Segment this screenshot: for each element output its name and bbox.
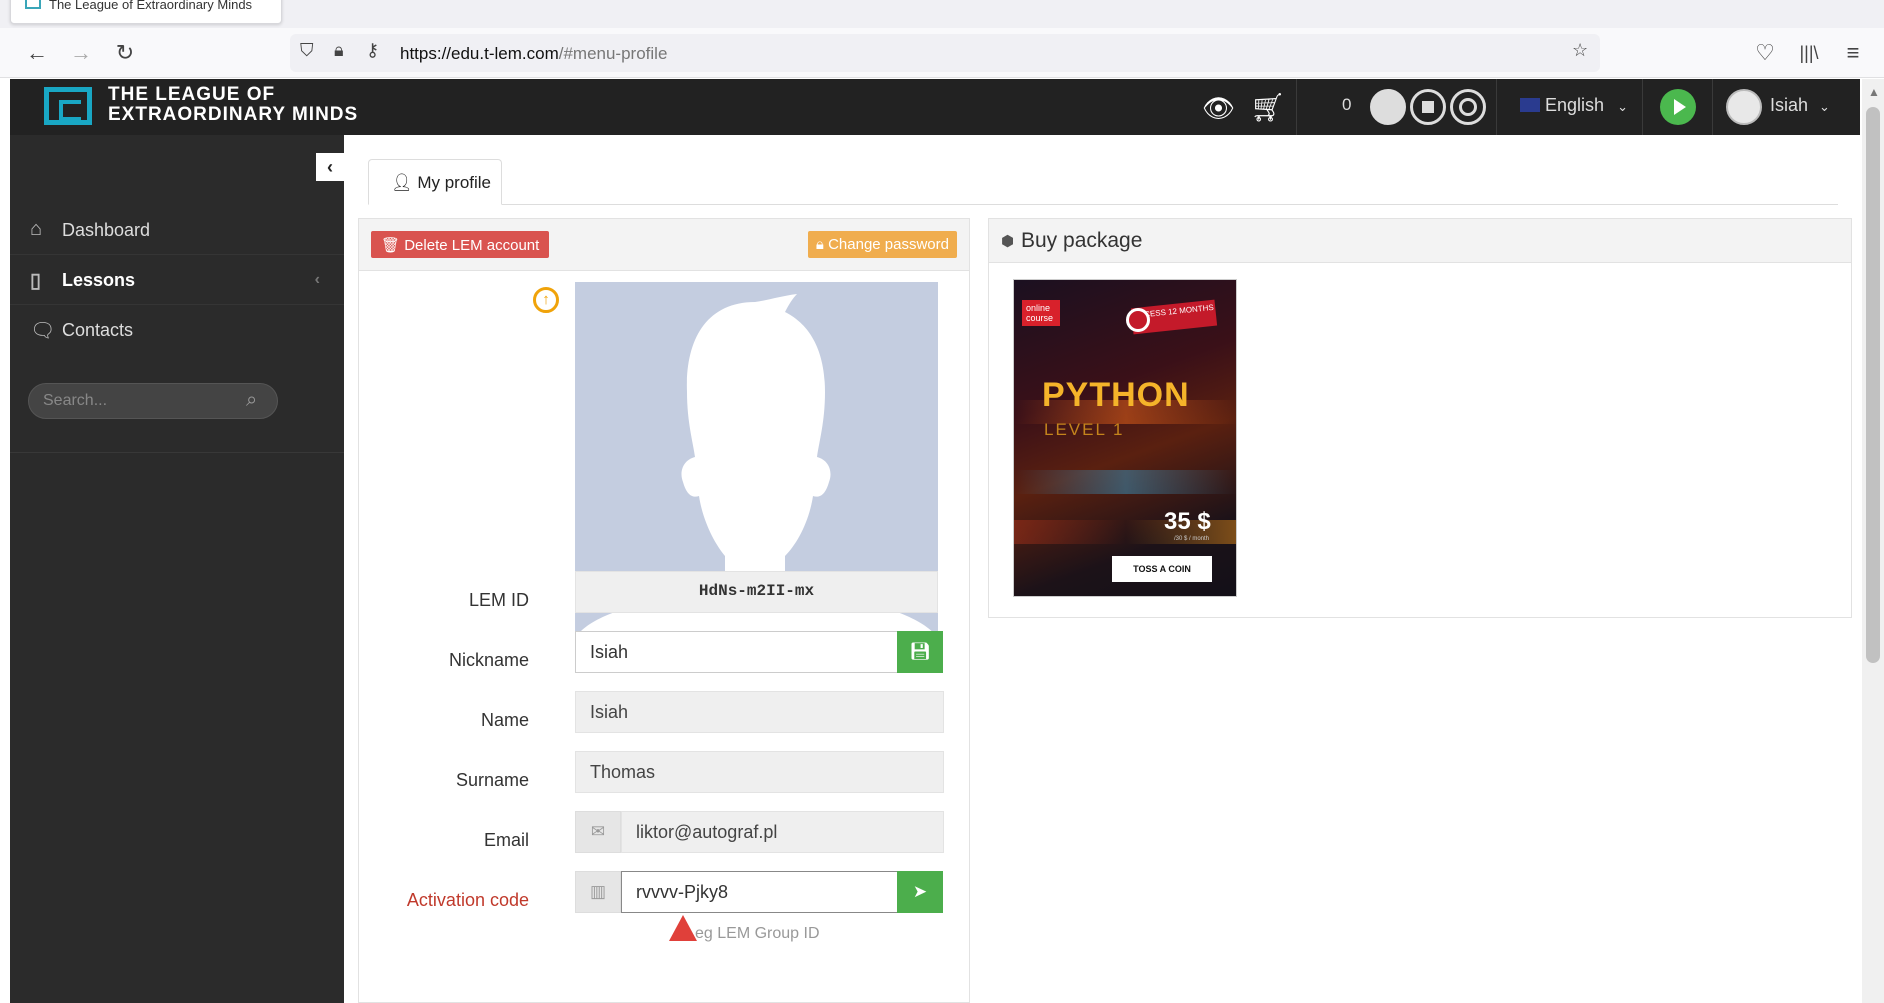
save-nickname-button[interactable]: 💾︎: [897, 631, 943, 673]
activation-code-input[interactable]: [621, 871, 898, 913]
course-level: LEVEL 1: [1044, 420, 1125, 439]
favicon-icon: [25, 0, 41, 9]
nickname-label: Nickname: [448, 650, 529, 670]
online-course-badge: online course: [1022, 300, 1060, 326]
coin-icon[interactable]: [1370, 89, 1406, 125]
lock-icon: 🔒︎: [815, 236, 824, 253]
key-icon[interactable]: ⚷: [366, 40, 379, 61]
surname-value: Thomas: [575, 751, 944, 793]
bookmark-star-icon[interactable]: ☆: [1572, 40, 1588, 61]
lock-icon[interactable]: 🔒︎: [334, 40, 344, 61]
user-menu[interactable]: Isiah ⌄: [1770, 95, 1830, 116]
name-value: Isiah: [575, 691, 944, 733]
sidebar-item-contacts[interactable]: 🗨︎ Contacts: [10, 305, 344, 355]
lifebuoy-icon[interactable]: [1450, 89, 1486, 125]
chevron-down-icon: ⌄: [1617, 99, 1628, 114]
browser-tab[interactable]: The League of Extraordinary Minds: [10, 0, 282, 24]
envelope-icon: ✉: [575, 811, 621, 853]
chat-icon: 🗨︎: [30, 320, 56, 342]
back-icon[interactable]: ←: [24, 40, 50, 66]
submit-activation-button[interactable]: ➤: [897, 871, 943, 913]
browser-window: The League of Extraordinary Minds ← → ↻ …: [0, 0, 1884, 1003]
pocket-icon[interactable]: ♡: [1752, 40, 1778, 66]
main-content: 👤︎ My profile 🗑︎ Delete LEM account 🔒︎ C…: [344, 135, 1860, 1003]
chevron-left-icon: ‹: [314, 271, 320, 288]
home-icon: ⌂: [30, 218, 43, 240]
buy-package-panel: ⬢ Buy package online course ACCESS 12 MO…: [988, 218, 1852, 618]
course-price-note: /30 $ / month: [1174, 536, 1210, 542]
email-label: Email: [483, 830, 529, 850]
sidebar-search-input[interactable]: [28, 383, 278, 419]
sidebar-item-lessons[interactable]: ▯ Lessons ‹: [10, 255, 344, 305]
name-label: Name: [480, 710, 529, 730]
profile-panel-header: 🗑︎ Delete LEM account 🔒︎ Change password: [359, 219, 969, 271]
scrollbar-thumb[interactable]: [1866, 107, 1880, 663]
red-pointer-arrow: [669, 915, 697, 941]
cart-icon[interactable]: 🛒︎: [1250, 91, 1286, 124]
barcode-icon: ▥: [575, 871, 621, 913]
course-price: 35 $: [1164, 508, 1211, 535]
sidebar: ‹ ⌂ Dashboard ▯ Lessons ‹ 🗨︎ Contacts ⌕: [10, 135, 344, 1003]
email-value: liktor@autograf.pl: [621, 811, 944, 853]
reload-icon[interactable]: ↻: [112, 40, 138, 66]
scroll-up-icon[interactable]: ▲: [1868, 85, 1880, 99]
paper-plane-icon: ➤: [912, 882, 928, 901]
page-scrollbar[interactable]: ▲: [1862, 79, 1884, 1003]
clock-icon: [1126, 308, 1150, 332]
trash-icon: 🗑︎: [381, 237, 401, 254]
url-bar[interactable]: ⛉ 🔒︎ ⚷ https://edu.t-lem.com/#menu-profi…: [290, 34, 1600, 72]
book-icon: ▯: [30, 270, 42, 292]
forward-icon[interactable]: →: [68, 40, 94, 66]
change-password-button[interactable]: 🔒︎ Change password: [807, 231, 957, 258]
menu-icon[interactable]: ≡: [1840, 40, 1866, 66]
collapse-sidebar-button[interactable]: ‹: [316, 153, 344, 181]
uk-flag-icon: [1520, 98, 1540, 112]
coin-count: 0: [1342, 95, 1352, 114]
chevron-down-icon: ⌄: [1819, 99, 1830, 114]
activation-code-label: Activation code: [406, 890, 529, 910]
package-icon: ⬢: [1001, 233, 1015, 250]
delete-account-button[interactable]: 🗑︎ Delete LEM account: [371, 231, 550, 258]
logo-icon[interactable]: [44, 87, 92, 125]
buy-package-header: ⬢ Buy package: [989, 219, 1851, 263]
search-icon[interactable]: ⌕: [246, 389, 257, 412]
lem-id-label: LEM ID: [468, 590, 529, 610]
floppy-icon: 💾︎: [909, 642, 931, 661]
profile-panel: 🗑︎ Delete LEM account 🔒︎ Change password…: [358, 218, 970, 1003]
surname-label: Surname: [455, 770, 529, 790]
tab-my-profile[interactable]: 👤︎ My profile: [368, 159, 502, 205]
lem-id-value: HdNs-m2II-mx: [575, 571, 938, 613]
logo-text[interactable]: THE LEAGUE OF EXTRAORDINARY MINDS: [108, 85, 358, 125]
library-icon[interactable]: |||\: [1796, 40, 1822, 66]
browser-navbar: ← → ↻ ⛉ 🔒︎ ⚷ https://edu.t-lem.com/#menu…: [0, 28, 1884, 78]
app-header: THE LEAGUE OF EXTRAORDINARY MINDS 👁︎ 🛒︎ …: [10, 79, 1860, 135]
stop-icon[interactable]: [1410, 89, 1446, 125]
python-course-card[interactable]: online course ACCESS 12 MONTHS PYTHON LE…: [1013, 279, 1237, 597]
language-selector[interactable]: English ⌄: [1520, 95, 1628, 116]
course-title: PYTHON: [1042, 376, 1190, 414]
upload-photo-icon[interactable]: ↑: [533, 287, 559, 313]
play-button[interactable]: [1660, 89, 1696, 125]
toss-a-coin-button[interactable]: TOSS A COIN: [1112, 556, 1212, 582]
browser-tab-title: The League of Extraordinary Minds: [49, 0, 253, 12]
url-text[interactable]: https://edu.t-lem.com/#menu-profile: [400, 44, 667, 64]
sidebar-item-dashboard[interactable]: ⌂ Dashboard: [10, 205, 344, 255]
user-avatar[interactable]: [1726, 89, 1762, 125]
nickname-input[interactable]: [575, 631, 898, 673]
eye-icon[interactable]: 👁︎: [1202, 93, 1235, 124]
activation-hint: eg LEM Group ID: [695, 925, 820, 942]
tab-strip: The League of Extraordinary Minds: [0, 0, 1884, 28]
user-icon: 👤︎: [391, 173, 413, 192]
shield-icon[interactable]: ⛉: [300, 40, 314, 61]
